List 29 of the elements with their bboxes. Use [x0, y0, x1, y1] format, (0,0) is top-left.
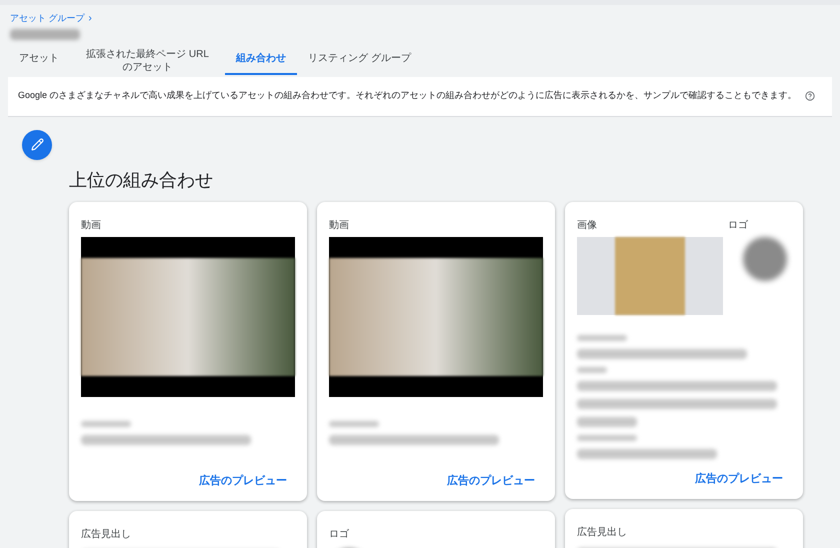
card-label: 広告見出し — [577, 526, 628, 540]
card-label: 動画 — [81, 218, 102, 232]
edit-button[interactable] — [22, 130, 52, 160]
card-label: 広告見出し — [81, 528, 132, 542]
logo-placeholder — [743, 236, 787, 280]
card-label: ロゴ — [728, 218, 748, 232]
ad-preview-link[interactable]: 広告のプレビュー — [695, 470, 783, 487]
edit-icon — [30, 138, 44, 151]
blurred-title — [10, 28, 80, 40]
tab[interactable]: 拡張された最終ページ URL のアセット — [70, 46, 225, 74]
blurred-text — [577, 434, 637, 440]
card-label: ロゴ — [329, 528, 350, 542]
tab[interactable]: アセット — [8, 46, 70, 74]
breadcrumb-link[interactable]: アセット グループ — [10, 12, 85, 26]
ad-preview-link[interactable]: 広告のプレビュー — [199, 472, 287, 489]
tab[interactable]: リスティング グループ — [297, 46, 422, 74]
tab[interactable]: 組み合わせ — [225, 46, 297, 74]
blurred-text — [577, 416, 637, 426]
help-icon[interactable] — [804, 91, 815, 101]
info-text: Google のさまざまなチャネルで高い成果を上げているアセットの組み合わせです。それぞれのアセットの組み合わせがどのように広告に表示されるかを、サンプルで確認することもできます。 — [18, 89, 797, 102]
chevron-icon: › — [88, 14, 92, 24]
blurred-text — [577, 366, 607, 372]
blurred-text — [577, 334, 627, 340]
section-heading: 上位の組み合わせ — [69, 168, 214, 192]
ad-preview-link[interactable]: 広告のプレビュー — [447, 472, 535, 489]
card-label: 画像 — [577, 218, 597, 232]
blurred-text — [329, 420, 379, 426]
blurred-text — [81, 420, 131, 426]
card-label: 動画 — [329, 218, 350, 232]
